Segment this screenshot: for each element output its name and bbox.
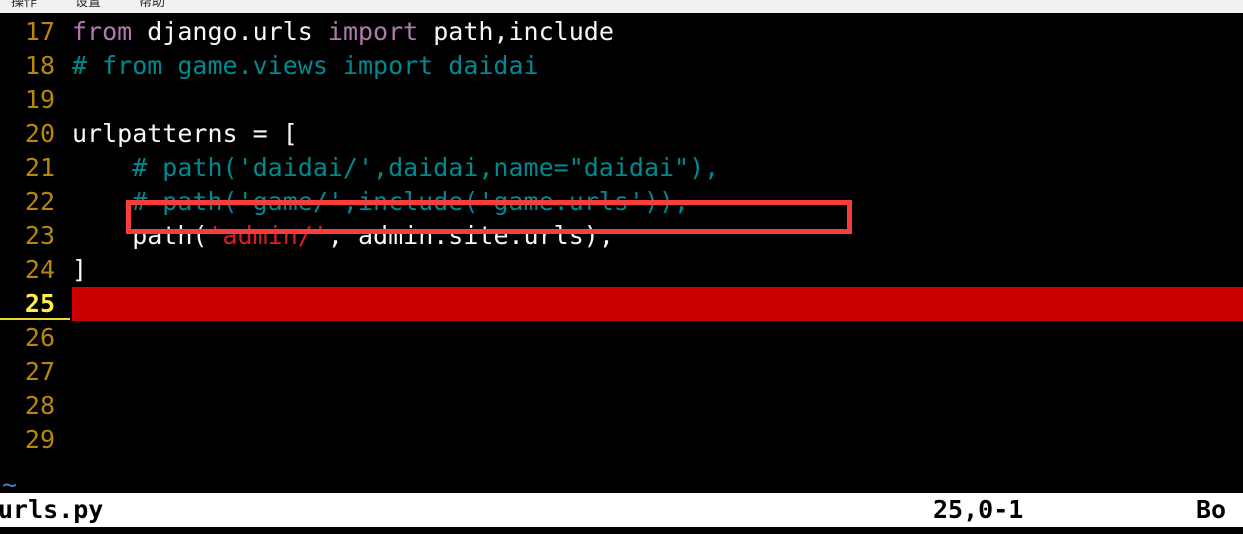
menu-item-operation[interactable]: 操作 xyxy=(0,0,48,13)
vim-status-line: urls.py 25,0-1 Bo xyxy=(0,493,1243,527)
status-scroll-location: Bo xyxy=(1196,495,1227,524)
line-text: # from game.views import daidai xyxy=(72,49,1243,83)
cursor-line-highlight xyxy=(72,287,1243,321)
menu-item-settings[interactable]: 设置 xyxy=(64,0,112,13)
code-token: # from game.views import daidai xyxy=(72,51,539,80)
line-number: 24 xyxy=(24,255,55,284)
status-cursor-position: 25,0-1 xyxy=(933,495,1024,524)
code-line[interactable]: 24] xyxy=(0,253,1243,287)
code-token: urlpatterns = [ xyxy=(72,119,298,148)
code-line[interactable]: 29 xyxy=(0,423,1243,457)
code-line[interactable]: 17 from django.urls import path,include xyxy=(0,15,1243,49)
line-number: 19 xyxy=(24,85,55,114)
code-token: # path('daidai/',daidai,name="daidai"), xyxy=(72,153,720,182)
code-token: # path('game/',include('game.urls')), xyxy=(72,187,690,216)
code-line[interactable]: 26 xyxy=(0,321,1243,355)
line-number: 29 xyxy=(24,425,55,454)
line-number: 20 xyxy=(24,119,55,148)
line-number: 23 xyxy=(24,221,55,250)
code-token: path,include xyxy=(433,17,614,46)
code-line[interactable]: 19 xyxy=(0,83,1243,117)
line-number: 26 xyxy=(24,323,55,352)
line-text: urlpatterns = [ xyxy=(72,117,1243,151)
code-token: django.urls xyxy=(147,17,328,46)
code-line[interactable]: 28 xyxy=(0,389,1243,423)
code-line[interactable]: 22 # path('game/',include('game.urls')), xyxy=(0,185,1243,219)
line-text: # path('daidai/',daidai,name="daidai"), xyxy=(72,151,1243,185)
code-line[interactable]: 27 xyxy=(0,355,1243,389)
line-number: 18 xyxy=(24,51,55,80)
code-line[interactable]: 25 xyxy=(0,287,1243,321)
line-text: ] xyxy=(72,253,1243,287)
line-number: 25 xyxy=(0,287,70,321)
menubar-items: 操作 设置 帮助 xyxy=(0,0,192,13)
status-filename: urls.py xyxy=(0,495,104,524)
code-token: ] xyxy=(72,255,88,284)
line-number: 28 xyxy=(24,391,55,420)
code-token: 'admin/' xyxy=(207,221,328,250)
code-line[interactable]: 21 # path('daidai/',daidai,name="daidai"… xyxy=(0,151,1243,185)
empty-buffer-tilde: ~ xyxy=(2,470,18,493)
code-token: import xyxy=(327,17,434,46)
code-token: from xyxy=(72,17,148,46)
code-token: path( xyxy=(72,221,208,250)
line-text: path('admin/', admin.site.urls), xyxy=(72,219,1243,253)
code-line-list: 17 from django.urls import path,include 18… xyxy=(0,15,1243,457)
code-line[interactable]: 20 urlpatterns = [ xyxy=(0,117,1243,151)
terminal-menubar: 操作 设置 帮助 xyxy=(0,0,1243,15)
line-text: from django.urls import path,include xyxy=(72,15,1243,49)
menu-item-help[interactable]: 帮助 xyxy=(128,0,176,13)
code-line[interactable]: 23 path('admin/', admin.site.urls), xyxy=(0,219,1243,253)
vim-editor-buffer[interactable]: 17 from django.urls import path,include 18… xyxy=(0,15,1243,493)
line-number: 27 xyxy=(24,357,55,386)
line-number: 17 xyxy=(24,17,55,46)
line-number: 21 xyxy=(24,153,55,182)
line-text: # path('game/',include('game.urls')), xyxy=(72,185,1243,219)
window-bottom-strip xyxy=(0,527,1243,534)
line-number: 22 xyxy=(24,187,55,216)
code-line[interactable]: 18 # from game.views import daidai xyxy=(0,49,1243,83)
code-token: , admin.site.urls), xyxy=(327,221,614,250)
